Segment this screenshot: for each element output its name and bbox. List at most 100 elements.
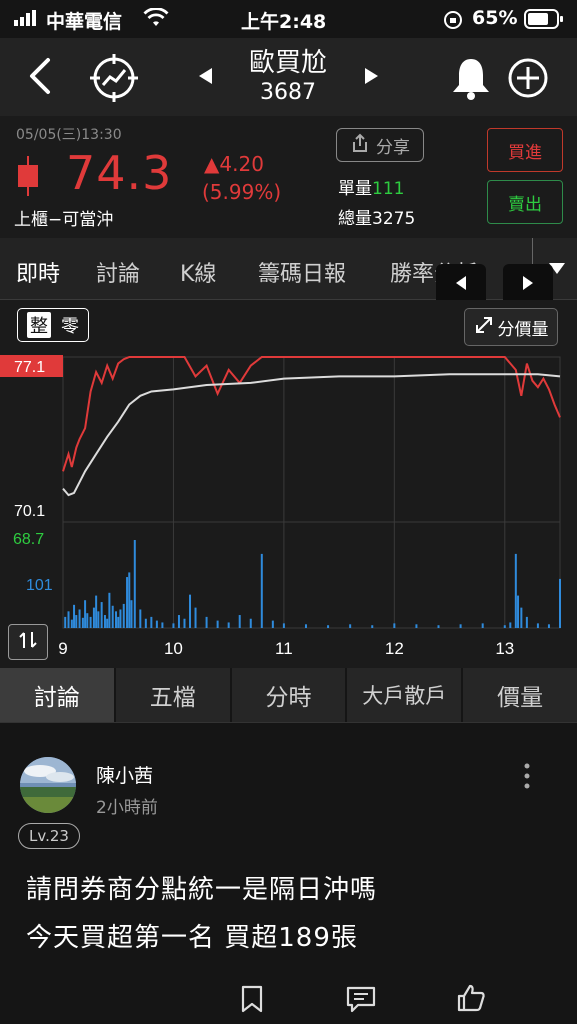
quote-panel: 05/05(三)13:30 74.3 ▲4.20 (5.99%) 上櫃−可當沖 … — [0, 116, 577, 238]
post-username[interactable]: 陳小茜 — [96, 761, 153, 788]
total-volume-value: 3275 — [372, 209, 416, 229]
volume-bar — [371, 625, 374, 628]
volume-low-label: 68.7 — [13, 531, 44, 548]
comment-icon[interactable] — [346, 985, 376, 1017]
volume-bar — [139, 609, 142, 628]
bookmark-icon[interactable] — [240, 985, 264, 1017]
back-icon[interactable] — [24, 56, 54, 100]
swap-axis-button[interactable] — [8, 624, 48, 660]
intraday-chart-area: 整 零 分價量 9 10 11 12 13 77.1 70.1 68.7 101 — [0, 300, 577, 668]
quote-datetime: 05/05(三)13:30 — [16, 127, 122, 143]
avatar[interactable] — [20, 757, 76, 813]
total-volume-label: 總量 — [338, 209, 372, 229]
last-price: 74.3 — [66, 146, 173, 200]
volume-bar — [481, 623, 484, 628]
sell-button[interactable]: 賣出 — [487, 180, 563, 224]
volume-bar — [189, 594, 192, 628]
volume-bar — [81, 617, 84, 628]
volume-bar — [128, 572, 131, 628]
buy-button[interactable]: 買進 — [487, 128, 563, 172]
volume-bar — [547, 624, 550, 628]
bottom-tabs: 討論 五檔 分時 大戶散戶 價量 — [0, 668, 577, 722]
app-header: 歐買尬 3687 — [0, 38, 577, 116]
volume-bar — [67, 611, 70, 628]
battery-percent: 65% — [472, 7, 518, 29]
price-change-pct: (5.99%) — [202, 180, 282, 204]
discussion-post: 陳小茜 2小時前 Lv.23 請問券商分點統一是隔日沖嗎 今天買超第一名 買超1… — [0, 722, 577, 1024]
volume-bar — [95, 595, 98, 628]
carrier-label: 中華電信 — [46, 11, 123, 33]
volume-bar — [86, 613, 89, 628]
x-tick-label: 11 — [275, 639, 293, 658]
caret-right-icon — [521, 275, 535, 296]
volume-bar — [536, 623, 539, 628]
swap-icon — [17, 629, 39, 655]
tab-realtime[interactable]: 即時 — [16, 256, 60, 288]
clock-label: 上午2:48 — [241, 11, 327, 33]
volume-bar — [84, 600, 87, 628]
btab-five-levels[interactable]: 五檔 — [115, 668, 232, 722]
bell-icon[interactable] — [449, 55, 493, 105]
volume-bar — [117, 616, 120, 628]
volume-bar — [437, 625, 440, 628]
volume-bar — [509, 622, 512, 628]
volume-bar — [415, 624, 418, 628]
post-time: 2小時前 — [96, 798, 158, 818]
single-volume-label: 單量 — [338, 179, 372, 199]
add-icon[interactable] — [506, 56, 550, 104]
signal-icon[interactable] — [88, 52, 140, 108]
share-icon — [350, 133, 370, 158]
single-volume: 單量111 — [338, 174, 404, 199]
candle-icon — [16, 156, 40, 200]
volume-bar — [327, 625, 330, 628]
volume-bar — [520, 607, 523, 628]
volume-bar — [249, 618, 252, 628]
volume-bar — [100, 602, 103, 628]
wifi-icon — [143, 7, 169, 32]
volume-bar — [183, 618, 186, 628]
volume-bar — [73, 604, 76, 628]
share-button[interactable]: 分享 — [336, 128, 424, 162]
volume-bar — [177, 615, 180, 628]
single-volume-value: 111 — [372, 179, 405, 199]
btab-discussion[interactable]: 討論 — [0, 668, 116, 722]
volume-bar — [238, 615, 241, 628]
btab-time-sales[interactable]: 分時 — [231, 668, 348, 722]
total-volume: 總量3275 — [338, 204, 415, 229]
caret-left-icon — [454, 275, 468, 296]
volume-bar — [282, 623, 285, 628]
volume-bar — [133, 540, 136, 628]
btab-price-volume[interactable]: 價量 — [463, 668, 577, 722]
more-icon[interactable] — [520, 761, 534, 795]
volume-bar — [216, 620, 219, 628]
volume-bar — [130, 600, 133, 628]
tab-discussion[interactable]: 討論 — [96, 256, 140, 288]
volume-bar — [227, 622, 230, 628]
x-tick-label: 9 — [58, 639, 67, 658]
volume-bar — [111, 605, 114, 628]
btab-big-small-holders[interactable]: 大戶散戶 — [347, 668, 464, 722]
tab-kline[interactable]: K線 — [180, 256, 216, 288]
volume-bar — [106, 618, 109, 628]
section-tabs: 即時 討論 K線 籌碼日報 勝率分析 — [0, 238, 577, 306]
volume-bar — [161, 622, 164, 628]
stock-name: 歐買尬 — [248, 48, 327, 78]
post-text-line-2: 今天買超第一名 買超189張 — [26, 923, 358, 953]
volume-bar — [64, 616, 67, 628]
volume-bar — [103, 615, 106, 628]
like-icon[interactable] — [456, 983, 486, 1017]
average-price-line — [62, 373, 561, 497]
battery-icon — [524, 9, 564, 33]
volume-bar — [89, 616, 92, 628]
price-low-label: 70.1 — [14, 503, 45, 520]
volume-bar — [119, 609, 122, 628]
orientation-lock-icon — [443, 10, 463, 34]
next-stock-icon[interactable] — [361, 66, 381, 90]
volume-bar — [559, 578, 561, 628]
price-change: ▲4.20 — [204, 152, 264, 176]
status-bar: 中華電信 上午2:48 65% — [0, 0, 577, 38]
volume-bar — [115, 611, 118, 628]
cellular-signal-icon — [14, 10, 40, 26]
volume-bar — [78, 609, 81, 628]
tab-chip-daily[interactable]: 籌碼日報 — [258, 256, 346, 288]
